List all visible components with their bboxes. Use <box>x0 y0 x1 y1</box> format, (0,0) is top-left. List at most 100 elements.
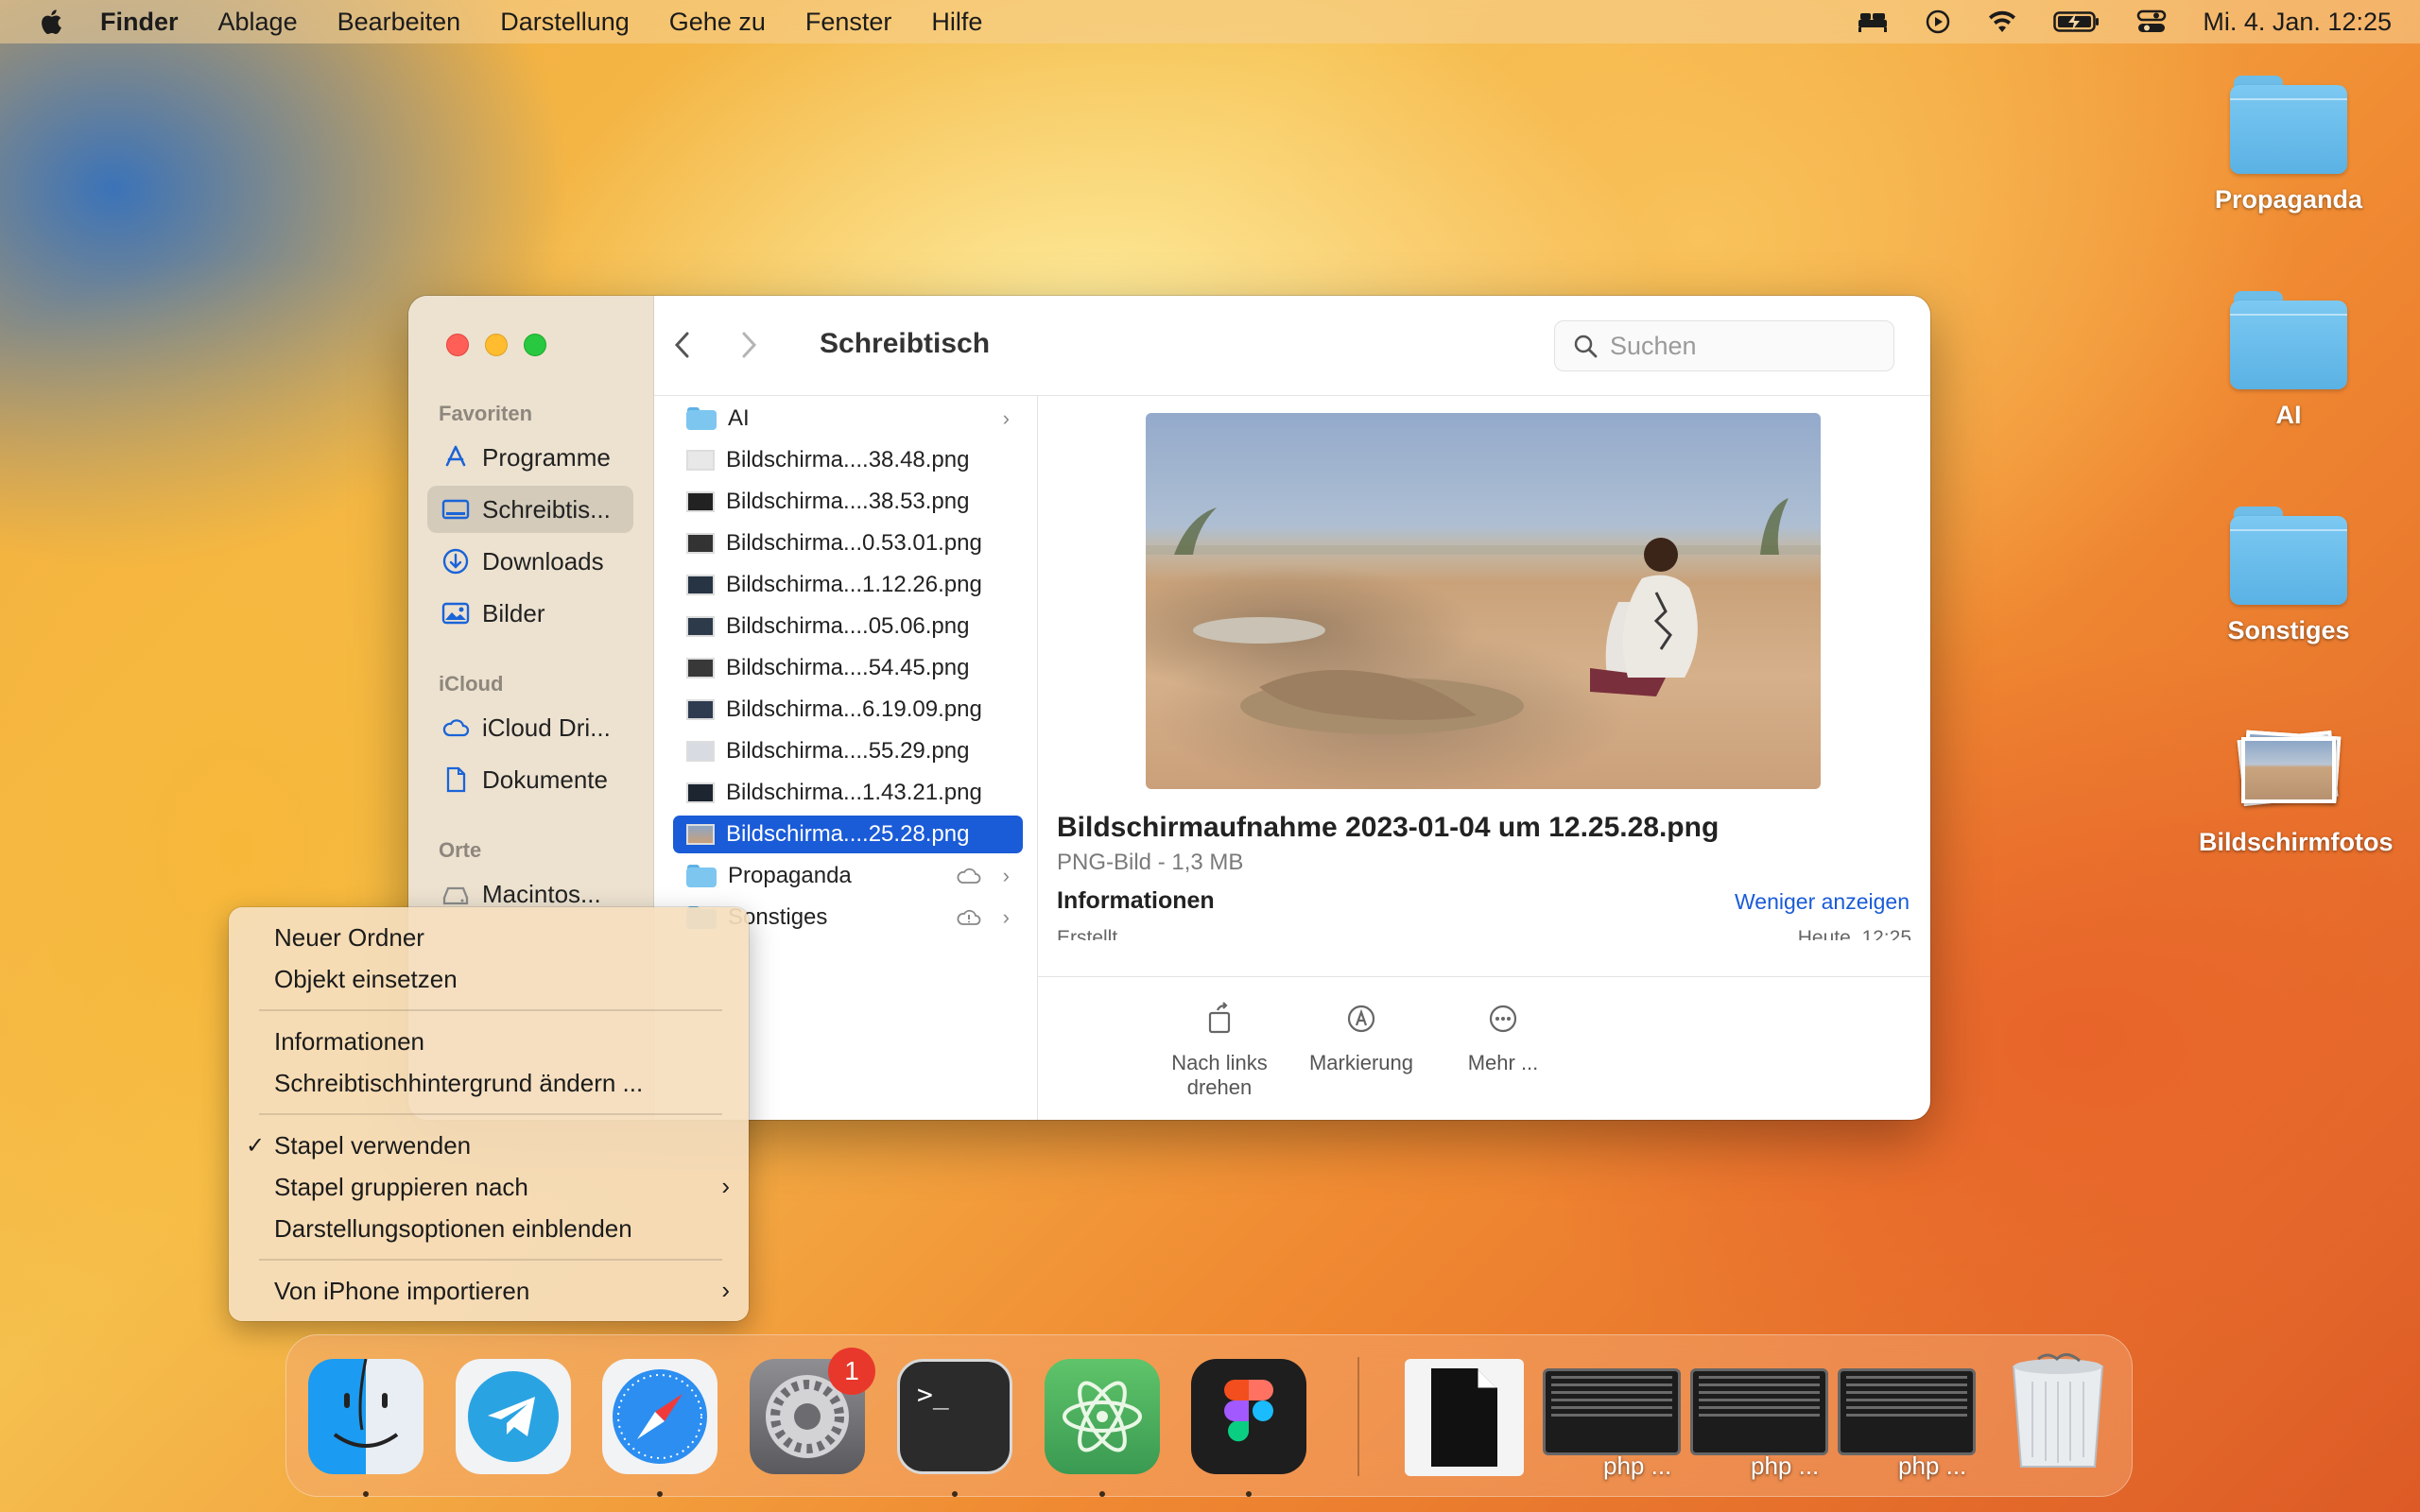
dock-minimized-window[interactable] <box>1543 1368 1681 1455</box>
action-label: Nach links drehen <box>1171 1051 1268 1099</box>
menu-bar: Finder Ablage Bearbeiten Darstellung Geh… <box>0 0 2420 43</box>
search-icon <box>1574 335 1598 358</box>
sidebar-item-label: Schreibtis... <box>482 494 611 524</box>
menu-item-von-iphone-importieren[interactable]: Von iPhone importieren <box>274 1272 529 1310</box>
folder-icon <box>686 865 717 887</box>
file-row[interactable]: Bildschirma...1.12.26.png <box>673 566 1023 604</box>
now-playing-icon[interactable] <box>1925 9 1951 35</box>
dock-trash-icon[interactable] <box>2000 1349 2116 1468</box>
file-row[interactable]: Bildschirma....55.29.png <box>673 732 1023 770</box>
sidebar-item-label: Bilder <box>482 598 545 627</box>
sidebar-item-label: Downloads <box>482 546 604 576</box>
sidebar-item-programme[interactable]: Programme <box>427 434 633 481</box>
more-button[interactable]: Mehr ... <box>1427 1000 1579 1075</box>
meta-label: Erstellt <box>1057 927 1118 940</box>
desktop-folder-propaganda[interactable]: Propaganda <box>2199 76 2378 215</box>
menu-finder[interactable]: Finder <box>100 8 179 37</box>
dock-minimized-window[interactable] <box>1690 1368 1828 1455</box>
meta-value: Heute, 12:25 <box>1797 927 1911 940</box>
desktop-item-label: Propaganda <box>2214 185 2363 214</box>
desktop-icon <box>441 499 470 520</box>
menu-item-stapel-gruppieren[interactable]: Stapel gruppieren nach <box>274 1168 528 1206</box>
file-row-propaganda[interactable]: Propaganda › <box>673 857 1023 895</box>
file-row[interactable]: Bildschirma....38.53.png <box>673 483 1023 521</box>
dock-window-label: php ... <box>1751 1452 1820 1480</box>
more-icon <box>1489 1005 1517 1033</box>
file-row[interactable]: Bildschirma....54.45.png <box>673 649 1023 687</box>
forward-button[interactable] <box>730 326 768 364</box>
markup-button[interactable]: Markierung <box>1286 1000 1437 1075</box>
minimize-button[interactable] <box>485 334 508 356</box>
sidebar-heading-favoriten: Favoriten <box>439 402 533 425</box>
menu-item-stapel-verwenden[interactable]: Stapel verwenden <box>274 1126 471 1164</box>
file-name: Bildschirma...6.19.09.png <box>726 696 982 722</box>
file-row[interactable]: Bildschirma....05.06.png <box>673 608 1023 645</box>
dock-telegram-icon[interactable] <box>456 1359 571 1474</box>
file-name: Bildschirma....38.48.png <box>726 447 970 472</box>
sidebar-item-downloads[interactable]: Downloads <box>427 538 633 585</box>
dock-terminal-icon[interactable]: >_ <box>897 1359 1012 1474</box>
dock-document-icon[interactable] <box>1405 1359 1524 1476</box>
file-row[interactable]: Bildschirma...0.53.01.png <box>673 524 1023 562</box>
apple-logo-icon[interactable] <box>38 8 62 36</box>
zoom-button[interactable] <box>524 334 546 356</box>
sidebar-item-dokumente[interactable]: Dokumente <box>427 756 633 803</box>
wifi-icon[interactable] <box>1987 9 2017 34</box>
file-row[interactable]: Bildschirma...6.19.09.png <box>673 691 1023 729</box>
dock-figma-icon[interactable] <box>1191 1359 1306 1474</box>
menu-ablage[interactable]: Ablage <box>218 8 298 37</box>
preview-actions: Nach links drehen Markierung Mehr ... <box>1038 976 1930 1120</box>
image-thumbnail-icon <box>686 658 715 679</box>
image-thumbnail-icon <box>686 491 715 512</box>
menu-hilfe[interactable]: Hilfe <box>931 8 982 37</box>
desktop-folder-sonstiges[interactable]: Sonstiges <box>2199 507 2378 645</box>
back-button[interactable] <box>664 326 701 364</box>
menu-item-neuer-ordner[interactable]: Neuer Ordner <box>274 919 424 956</box>
image-thumbnail-icon <box>686 824 715 845</box>
window-title: Schreibtisch <box>820 328 991 359</box>
dock-finder-icon[interactable] <box>308 1359 424 1474</box>
dock-atom-icon[interactable] <box>1045 1359 1160 1474</box>
sidebar-item-label: Programme <box>482 442 611 472</box>
file-row[interactable]: Bildschirma....38.48.png <box>673 441 1023 479</box>
show-less-link[interactable]: Weniger anzeigen <box>1735 889 1910 915</box>
battery-charging-icon[interactable] <box>2053 10 2100 33</box>
preview-pane: Bildschirmaufnahme 2023-01-04 um 12.25.2… <box>1038 396 1930 1120</box>
menu-item-informationen[interactable]: Informationen <box>274 1022 424 1060</box>
bed-icon[interactable] <box>1857 10 1889 33</box>
desktop-folder-ai[interactable]: AI <box>2199 291 2378 430</box>
file-row[interactable]: Bildschirma...1.43.21.png <box>673 774 1023 812</box>
menu-darstellung[interactable]: Darstellung <box>500 8 630 37</box>
control-center-icon[interactable] <box>2136 9 2167 35</box>
file-name: Bildschirma...0.53.01.png <box>726 530 982 556</box>
sidebar-item-schreibtisch[interactable]: Schreibtis... <box>427 486 633 533</box>
menu-item-hintergrund-aendern[interactable]: Schreibtischhintergrund ändern ... <box>274 1064 643 1102</box>
chevron-right-icon: › <box>721 1172 730 1200</box>
dock-minimized-window[interactable] <box>1838 1368 1976 1455</box>
photo-stack-icon <box>2237 730 2342 807</box>
menu-item-objekt-einsetzen[interactable]: Objekt einsetzen <box>274 960 458 998</box>
file-name: AI <box>728 405 750 431</box>
preview-info-heading: Informationen <box>1057 887 1215 914</box>
sidebar-item-icloud-drive[interactable]: iCloud Dri... <box>427 704 633 751</box>
desktop-stack-bildschirmfotos[interactable]: Bildschirmfotos <box>2199 722 2394 857</box>
sidebar-item-label: iCloud Dri... <box>482 713 611 742</box>
file-row-selected[interactable]: Bildschirma....25.28.png <box>673 816 1023 853</box>
rotate-left-button[interactable]: Nach links drehen <box>1144 1000 1295 1100</box>
file-name: Bildschirma....05.06.png <box>726 613 970 639</box>
menubar-clock[interactable]: Mi. 4. Jan. 12:25 <box>2203 8 2392 37</box>
running-indicator <box>1099 1491 1105 1497</box>
sidebar-item-bilder[interactable]: Bilder <box>427 590 633 637</box>
preview-meta-row: Erstellt Heute, 12:25 <box>1057 927 1911 940</box>
menu-bearbeiten[interactable]: Bearbeiten <box>337 8 461 37</box>
menu-item-darstellungsoptionen[interactable]: Darstellungsoptionen einblenden <box>274 1210 632 1247</box>
folder-icon <box>686 407 717 430</box>
search-field[interactable]: Suchen <box>1554 320 1894 371</box>
close-button[interactable] <box>446 334 469 356</box>
menu-gehe-zu[interactable]: Gehe zu <box>669 8 766 37</box>
file-row-ai[interactable]: AI › <box>673 400 1023 438</box>
dock-window-label: php ... <box>1898 1452 1967 1480</box>
desktop-item-label: AI <box>2275 401 2302 429</box>
menu-fenster[interactable]: Fenster <box>805 8 892 37</box>
dock-safari-icon[interactable] <box>602 1359 717 1474</box>
